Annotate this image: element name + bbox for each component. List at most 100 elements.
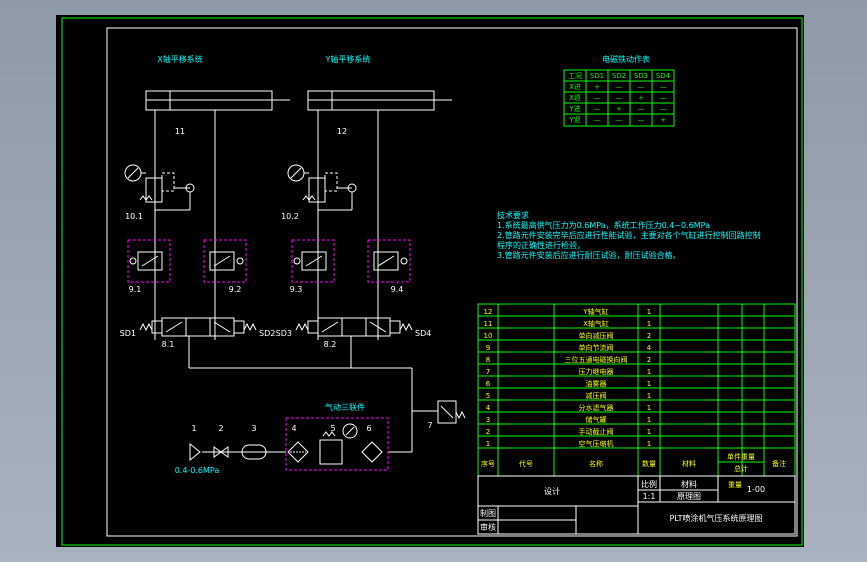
- parts-no: 9: [486, 344, 490, 352]
- sol-header-4: SD4: [656, 72, 671, 80]
- parts-qty: 2: [647, 356, 651, 364]
- y-system-title: Y轴平移系统: [325, 54, 371, 64]
- parts-name: 空气压缩机: [579, 439, 614, 448]
- fc-9-4-label: 9.4: [391, 285, 404, 294]
- title-scale: 1:1: [643, 492, 656, 501]
- sol-header-0: 工况: [568, 72, 582, 80]
- parts-header-remark: 备注: [772, 459, 786, 468]
- sol-cell: +: [660, 116, 666, 124]
- parts-name: Y轴气缸: [582, 307, 608, 316]
- drawing-title: PLT喷涂机气压系统原理图: [669, 513, 762, 523]
- fc-9-2-label: 9.2: [229, 285, 242, 294]
- sol-cell: +: [638, 94, 644, 102]
- parts-no: 11: [484, 320, 493, 328]
- valve-8-1-label: 8.1: [162, 340, 175, 349]
- parts-qty: 1: [647, 428, 651, 436]
- parts-header-qty: 数量: [642, 459, 656, 468]
- sol-cell: —: [616, 83, 623, 91]
- parts-header-name: 名称: [589, 459, 603, 468]
- parts-qty: 1: [647, 440, 651, 448]
- parts-header-code: 代号: [519, 459, 533, 468]
- parts-qty: 2: [647, 332, 651, 340]
- parts-no: 10: [484, 332, 493, 340]
- parts-no: 2: [486, 428, 490, 436]
- title-material-label: 材料: [681, 479, 697, 489]
- drawing-canvas: X轴平移系统 Y轴平移系统 电磁铁动作表 工况 SD1 SD2 SD3 SD4 …: [56, 15, 804, 547]
- sd1-label: SD1: [120, 329, 136, 338]
- parts-header-material: 材料: [682, 459, 696, 468]
- fc-9-3-label: 9.3: [290, 285, 303, 294]
- sol-cell: —: [638, 83, 645, 91]
- parts-name: 压力继电器: [579, 367, 614, 376]
- sol-cell: —: [638, 105, 645, 113]
- parts-name: 储气罐: [586, 415, 607, 424]
- sol-cell: —: [616, 116, 623, 124]
- switch-7-label: 7: [427, 421, 432, 430]
- regulator-10-2-label: 10.2: [281, 212, 299, 221]
- parts-name: 三位五通电磁换向阀: [565, 355, 628, 364]
- parts-header-total: 总计: [734, 464, 748, 473]
- parts-qty: 1: [647, 392, 651, 400]
- sol-cell: —: [660, 83, 667, 91]
- title-weight-label: 重量: [728, 481, 742, 489]
- sol-cell: —: [660, 94, 667, 102]
- frl-5-label: 5: [330, 424, 335, 433]
- parts-name: X轴气缸: [583, 319, 609, 328]
- notes-line-3: 程序的正确性进行检验，: [497, 240, 585, 250]
- parts-qty: 1: [647, 320, 651, 328]
- compressor-1-label: 1: [191, 424, 196, 433]
- x-cylinder-label: 11: [175, 127, 185, 136]
- tank-3-label: 3: [251, 424, 256, 433]
- parts-name: 油雾器: [586, 379, 607, 388]
- frl-6-label: 6: [366, 424, 371, 433]
- title-drawing-type: 原理图: [677, 492, 701, 501]
- sol-cell: —: [616, 94, 623, 102]
- title-weight: 1-00: [747, 485, 765, 494]
- sd3-label: SD3: [276, 329, 292, 338]
- parts-name: 单向减压阀: [579, 331, 614, 340]
- parts-no: 1: [486, 440, 490, 448]
- sol-header-2: SD2: [612, 72, 626, 80]
- sol-cell: —: [594, 116, 601, 124]
- sd4-label: SD4: [415, 329, 431, 338]
- title-design: 设计: [544, 486, 560, 496]
- parts-no: 3: [486, 416, 490, 424]
- sol-cell: Y退: [568, 115, 580, 124]
- sol-cell: Y进: [568, 105, 580, 113]
- parts-name: 单向节流阀: [579, 343, 614, 352]
- pressure-range-label: 0.4-0.6MPa: [175, 466, 220, 475]
- sol-cell: —: [638, 116, 645, 124]
- notes-line-4: 3.管路元件安装后应进行耐压试验，耐压试验合格。: [497, 250, 681, 260]
- sol-cell: —: [660, 105, 667, 113]
- parts-no: 5: [486, 392, 490, 400]
- valve-2-label: 2: [218, 424, 223, 433]
- parts-qty: 1: [647, 416, 651, 424]
- sol-cell: —: [594, 94, 601, 102]
- title-scale-label: 比例: [641, 479, 657, 489]
- x-system-title: X轴平移系统: [157, 54, 202, 64]
- regulator-10-1-label: 10.1: [125, 212, 143, 221]
- parts-qty: 1: [647, 380, 651, 388]
- notes-line-2: 2.管路元件安装完毕后应进行性能试验，主要对各个气缸进行控制回路控制: [497, 230, 761, 240]
- valve-8-2-label: 8.2: [324, 340, 337, 349]
- parts-no: 8: [486, 356, 490, 364]
- frl-4-label: 4: [291, 424, 296, 433]
- parts-no: 4: [486, 404, 491, 412]
- sol-cell: —: [594, 105, 601, 113]
- title-draw-label: 制图: [480, 508, 496, 518]
- notes-line-1: 1.系统最高供气压力为0.6MPa，系统工作压力0.4~0.6MPa: [497, 220, 710, 230]
- parts-no: 12: [484, 308, 493, 316]
- y-cylinder-label: 12: [337, 127, 347, 136]
- parts-name: 减压阀: [586, 391, 607, 400]
- parts-no: 6: [486, 380, 491, 388]
- parts-no: 7: [486, 368, 490, 376]
- fc-9-1-label: 9.1: [129, 285, 142, 294]
- sol-cell: +: [594, 83, 600, 91]
- frl-unit-title: 气动三联件: [325, 402, 365, 412]
- parts-qty: 1: [647, 404, 651, 412]
- parts-name: 分水滤气器: [579, 403, 614, 412]
- title-check-label: 审核: [480, 522, 496, 532]
- parts-qty: 1: [647, 368, 651, 376]
- parts-header-no: 序号: [481, 459, 495, 468]
- sol-cell: X退: [569, 93, 581, 102]
